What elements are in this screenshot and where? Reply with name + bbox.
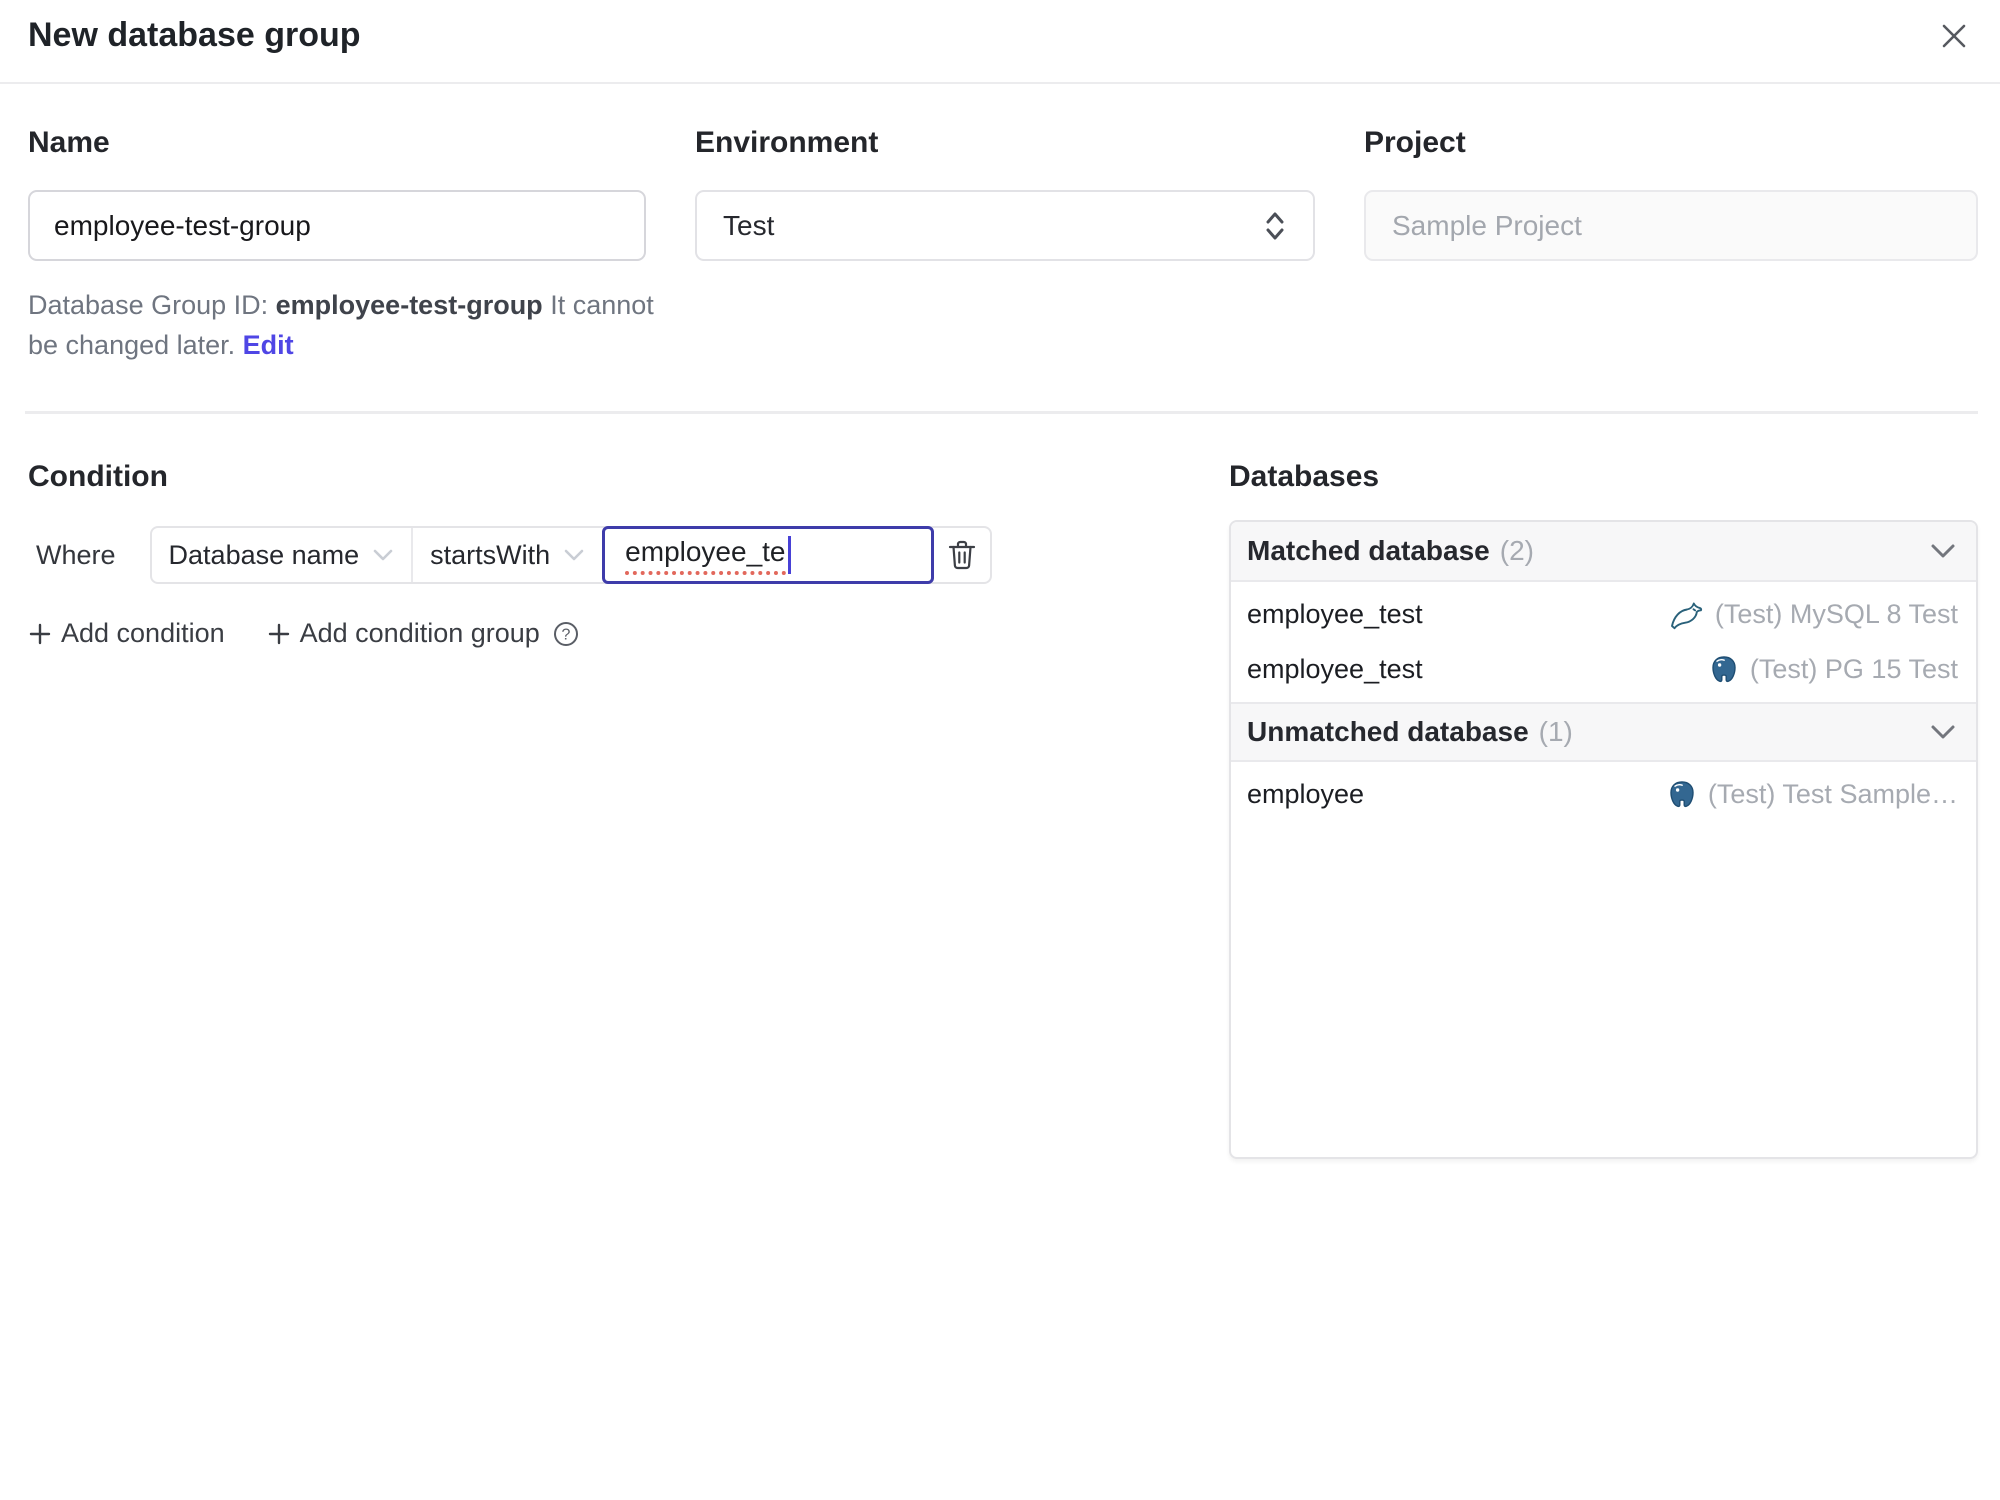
database-name: employee_test [1247, 654, 1423, 684]
unmatched-database-title: Unmatched database (1) [1247, 716, 1573, 748]
database-instance: (Test) PG 15 Test [1709, 654, 1958, 685]
condition-heading: Condition [28, 460, 168, 493]
environment-selected-value: Test [723, 209, 775, 241]
chevron-down-icon [1930, 543, 1956, 559]
name-input[interactable] [28, 190, 646, 261]
project-label: Project [1364, 126, 1466, 159]
close-icon [1939, 21, 1969, 51]
database-instance-label: (Test) Test Sample… [1707, 779, 1958, 809]
condition-value-text: employee_te [625, 536, 786, 575]
add-condition-group-button[interactable]: Add condition group ? [267, 618, 580, 649]
database-instance-label: (Test) PG 15 Test [1749, 654, 1958, 684]
mysql-icon [1668, 600, 1704, 630]
project-value: Sample Project [1392, 209, 1582, 241]
unmatched-count: (1) [1538, 716, 1573, 747]
operator-select[interactable]: startsWith [413, 528, 602, 582]
text-caret [787, 536, 791, 574]
database-name: employee_test [1247, 599, 1423, 629]
updown-chevron-icon [1263, 209, 1287, 243]
add-condition-button[interactable]: Add condition [28, 618, 225, 649]
matched-database-title: Matched database (2) [1247, 535, 1534, 567]
project-field-group: Project Sample Project [1364, 126, 1978, 365]
trash-icon [947, 539, 977, 571]
matched-database-header[interactable]: Matched database (2) [1231, 522, 1976, 582]
factor-select[interactable]: Database name [152, 528, 414, 582]
database-name: employee [1247, 779, 1365, 809]
unmatched-database-header[interactable]: Unmatched database (1) [1231, 702, 1976, 762]
add-condition-label: Add condition [61, 618, 225, 648]
unmatched-title-text: Unmatched database [1247, 716, 1529, 747]
help-circle-icon[interactable]: ? [552, 620, 580, 648]
page-title: New database group [28, 16, 361, 54]
database-instance: (Test) MySQL 8 Test [1668, 599, 1958, 630]
postgresql-icon [1667, 780, 1697, 810]
project-input: Sample Project [1364, 190, 1978, 261]
hint-prefix: Database Group ID: [28, 290, 276, 320]
condition-value-input[interactable]: employee_te [602, 526, 935, 584]
new-database-group-dialog: New database group Name Database Group I… [0, 0, 2000, 1159]
matched-count: (2) [1499, 535, 1534, 566]
databases-panel: Matched database (2) employee_test (Test… [1229, 520, 1978, 1159]
group-form: Name Database Group ID: employee-test-gr… [0, 84, 2000, 365]
name-label: Name [28, 126, 110, 159]
matched-title-text: Matched database [1247, 535, 1490, 566]
factor-value: Database name [168, 539, 360, 570]
databases-heading: Databases [1229, 460, 1380, 493]
condition-actions: Add condition Add condition group ? [28, 618, 1169, 649]
database-row: employee_test (Test) MySQL 8 Test [1231, 587, 1976, 642]
add-condition-group-label: Add condition group [299, 618, 540, 648]
environment-select[interactable]: Test [695, 190, 1315, 261]
condition-section: Condition Where Database name startsWith [28, 460, 1169, 1159]
group-id-hint: Database Group ID: employee-test-group I… [28, 285, 662, 365]
condition-group: Database name startsWith employee_te [149, 526, 993, 584]
plus-icon [267, 622, 291, 646]
plus-icon [28, 622, 52, 646]
group-id-value: employee-test-group [275, 290, 543, 320]
database-row: employee (Test) Test Sample… [1231, 767, 1976, 822]
database-instance: (Test) Test Sample… [1667, 779, 1958, 810]
database-instance-label: (Test) MySQL 8 Test [1714, 599, 1958, 629]
chevron-down-icon [563, 548, 585, 562]
databases-section: Databases Matched database (2) employee_t… [1229, 460, 1978, 1159]
condition-row: Where Database name startsWith employee_… [28, 526, 1169, 584]
delete-condition-button[interactable] [934, 528, 990, 582]
dialog-header: New database group [0, 0, 2000, 84]
environment-label: Environment [695, 126, 879, 159]
panel-empty-space [1231, 827, 1976, 1157]
svg-text:?: ? [561, 626, 570, 643]
edit-link[interactable]: Edit [243, 330, 294, 360]
where-label: Where [36, 539, 116, 570]
postgresql-icon [1709, 655, 1739, 685]
chevron-down-icon [372, 548, 394, 562]
name-field-group: Name Database Group ID: employee-test-gr… [28, 126, 654, 365]
unmatched-database-list: employee (Test) Test Sample… [1231, 762, 1976, 827]
matched-database-list: employee_test (Test) MySQL 8 Test employ… [1231, 582, 1976, 702]
database-row: employee_test (Test) PG 15 Test [1231, 642, 1976, 697]
close-button[interactable] [1932, 14, 1976, 58]
operator-value: startsWith [430, 539, 551, 570]
environment-field-group: Environment Test [695, 126, 1315, 365]
chevron-down-icon [1930, 724, 1956, 740]
